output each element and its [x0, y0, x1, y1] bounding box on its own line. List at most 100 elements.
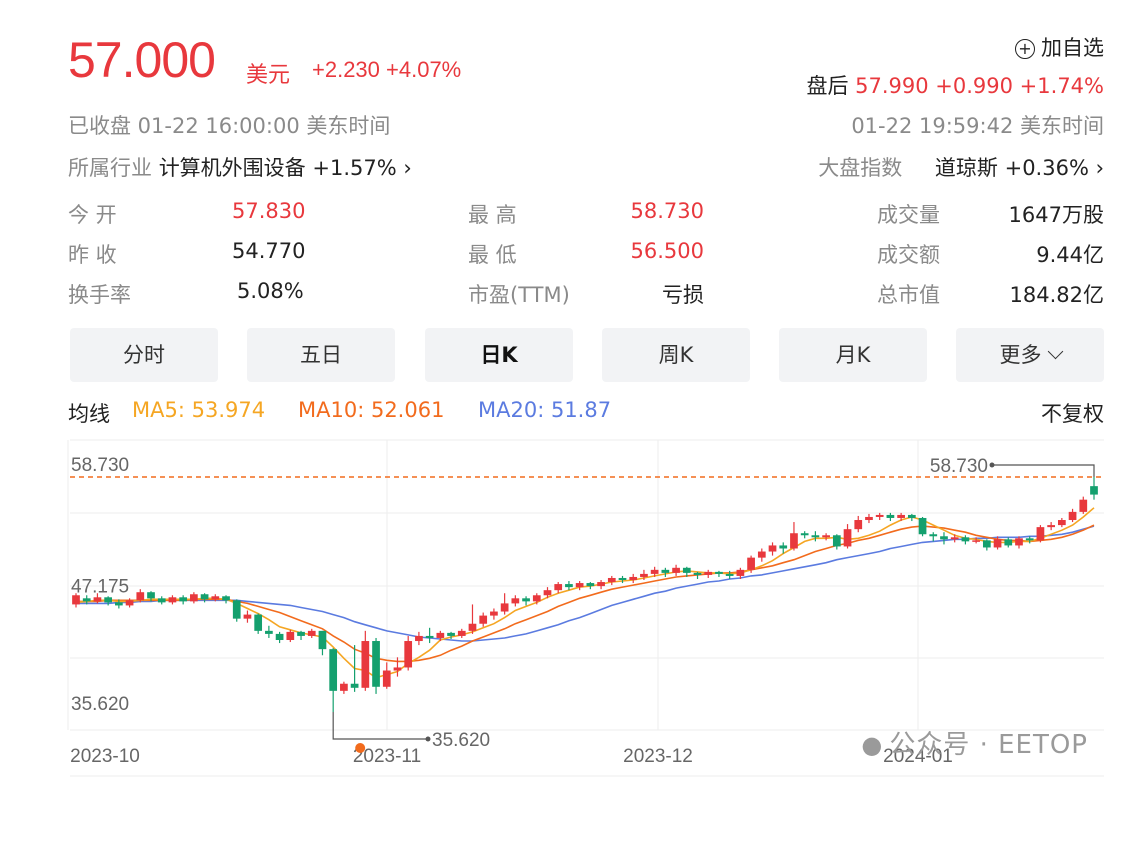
candle-body — [768, 545, 777, 552]
market-status: 已收盘 01-22 16:00:00 美东时间 — [68, 114, 391, 138]
stat-high-label: 最 高 — [468, 203, 517, 227]
candle-body — [961, 537, 970, 542]
candle-body — [190, 594, 198, 602]
candle-body — [275, 633, 284, 641]
candle-body — [425, 635, 434, 638]
tab-more-label: 更多 — [999, 343, 1042, 367]
tab-weekly-k[interactable]: 周K — [602, 328, 750, 382]
tab-monthly-k[interactable]: 月K — [779, 328, 927, 382]
candle-body — [222, 596, 230, 601]
candle-body — [1090, 486, 1098, 495]
stat-turnover: 5.08% — [237, 279, 304, 303]
candle-body — [640, 573, 648, 577]
ma5-line — [75, 507, 1095, 679]
adjust-toggle[interactable]: 不复权 — [1041, 398, 1104, 428]
candle-body — [415, 635, 423, 642]
tab-intraday[interactable]: 分时 — [70, 328, 218, 382]
low-annotation-dot — [425, 736, 431, 742]
candle-body — [1036, 527, 1045, 541]
candle-body — [393, 667, 402, 671]
candle-body — [725, 573, 734, 576]
ma-lines — [75, 507, 1095, 679]
candle-body — [715, 571, 723, 574]
candle-body — [650, 569, 659, 574]
candle-body — [157, 598, 166, 603]
stat-prev-close-label: 昨 收 — [68, 243, 117, 267]
y-tick-label: 35.620 — [71, 694, 129, 715]
candle-body — [607, 577, 616, 583]
candle-body — [1004, 539, 1013, 546]
candle-body — [875, 514, 884, 517]
add-watchlist-button[interactable]: + 加自选 — [1015, 32, 1104, 62]
low-annotation-label: 35.620 — [432, 730, 490, 751]
candle-body — [307, 630, 316, 636]
candle-body — [436, 632, 445, 638]
stat-amount-label: 成交额 — [877, 243, 940, 267]
ma-legend-label: 均线 — [68, 402, 110, 426]
candle-body — [490, 611, 498, 616]
candle-body — [543, 590, 552, 596]
candle-body — [629, 576, 638, 581]
candle-body — [704, 571, 713, 575]
index-name: 道琼斯 — [934, 156, 998, 180]
stat-prev-close: 54.770 — [232, 239, 306, 263]
stat-high: 58.730 — [630, 199, 704, 223]
candle-body — [200, 594, 209, 600]
stat-low-label: 最 低 — [468, 243, 517, 267]
candle-body — [340, 683, 348, 691]
last-price: 57.000 — [68, 32, 216, 88]
after-hours-time: 01-22 19:59:42 美东时间 — [851, 114, 1104, 138]
candle-body — [779, 545, 788, 549]
candle-body — [447, 632, 455, 636]
candle-body — [736, 569, 745, 576]
stat-mcap: 184.82亿 — [1009, 283, 1104, 307]
candle-body — [147, 592, 155, 599]
candle-body — [982, 540, 991, 548]
candle-body — [693, 572, 702, 575]
industry-label: 所属行业 — [68, 156, 152, 180]
candles — [72, 477, 1098, 712]
candle-body — [511, 598, 520, 604]
candle-body — [1079, 499, 1088, 512]
candle-body — [865, 516, 873, 521]
chevron-right-icon: › — [403, 156, 412, 180]
tab-daily-k[interactable]: 日K — [425, 328, 573, 382]
candle-body — [329, 649, 338, 691]
candle-body — [254, 614, 263, 631]
tab-more[interactable]: 更多 — [956, 328, 1104, 382]
industry-link[interactable]: 所属行业 计算机外围设备 +1.57% › — [68, 152, 412, 182]
price-change: +2.230 +4.07% — [312, 57, 462, 82]
candle-body — [993, 539, 1002, 548]
ma20-legend: MA20: 51.87 — [478, 398, 612, 422]
index-label: 大盘指数 — [818, 156, 903, 180]
candle-body — [811, 535, 820, 538]
stat-pe-label: 市盈(TTM) — [468, 283, 570, 307]
y-tick-label: 47.175 — [71, 577, 129, 598]
x-tick-label: 2023-12 — [623, 746, 693, 767]
ma10-legend: MA10: 52.061 — [298, 398, 445, 422]
add-watchlist-label: 加自选 — [1041, 36, 1104, 60]
candle-body — [897, 514, 905, 518]
candle-body — [554, 584, 563, 591]
candle-body — [468, 623, 477, 631]
ma10-line — [76, 524, 1095, 663]
candle-body — [115, 602, 123, 606]
high-annotation-line — [992, 464, 1095, 477]
candle-body — [854, 520, 863, 530]
candle-body — [672, 567, 680, 573]
candle-body — [1047, 525, 1055, 528]
tab-five-day[interactable]: 五日 — [247, 328, 395, 382]
candle-body — [565, 584, 573, 588]
candle-body — [929, 534, 938, 537]
candle-body — [661, 569, 670, 573]
candle-body — [1068, 511, 1077, 521]
candle-body — [232, 600, 241, 619]
candle-body — [918, 517, 927, 535]
candle-body — [522, 598, 530, 602]
candle-body — [136, 592, 145, 601]
market-index-link[interactable]: 大盘指数 道琼斯 +0.36% › — [818, 152, 1104, 182]
after-hours-value: 57.990 +0.990 +1.74% — [855, 74, 1104, 98]
high-annotation-dot — [989, 462, 995, 468]
candle-body — [350, 683, 359, 688]
candle-body — [286, 631, 295, 641]
